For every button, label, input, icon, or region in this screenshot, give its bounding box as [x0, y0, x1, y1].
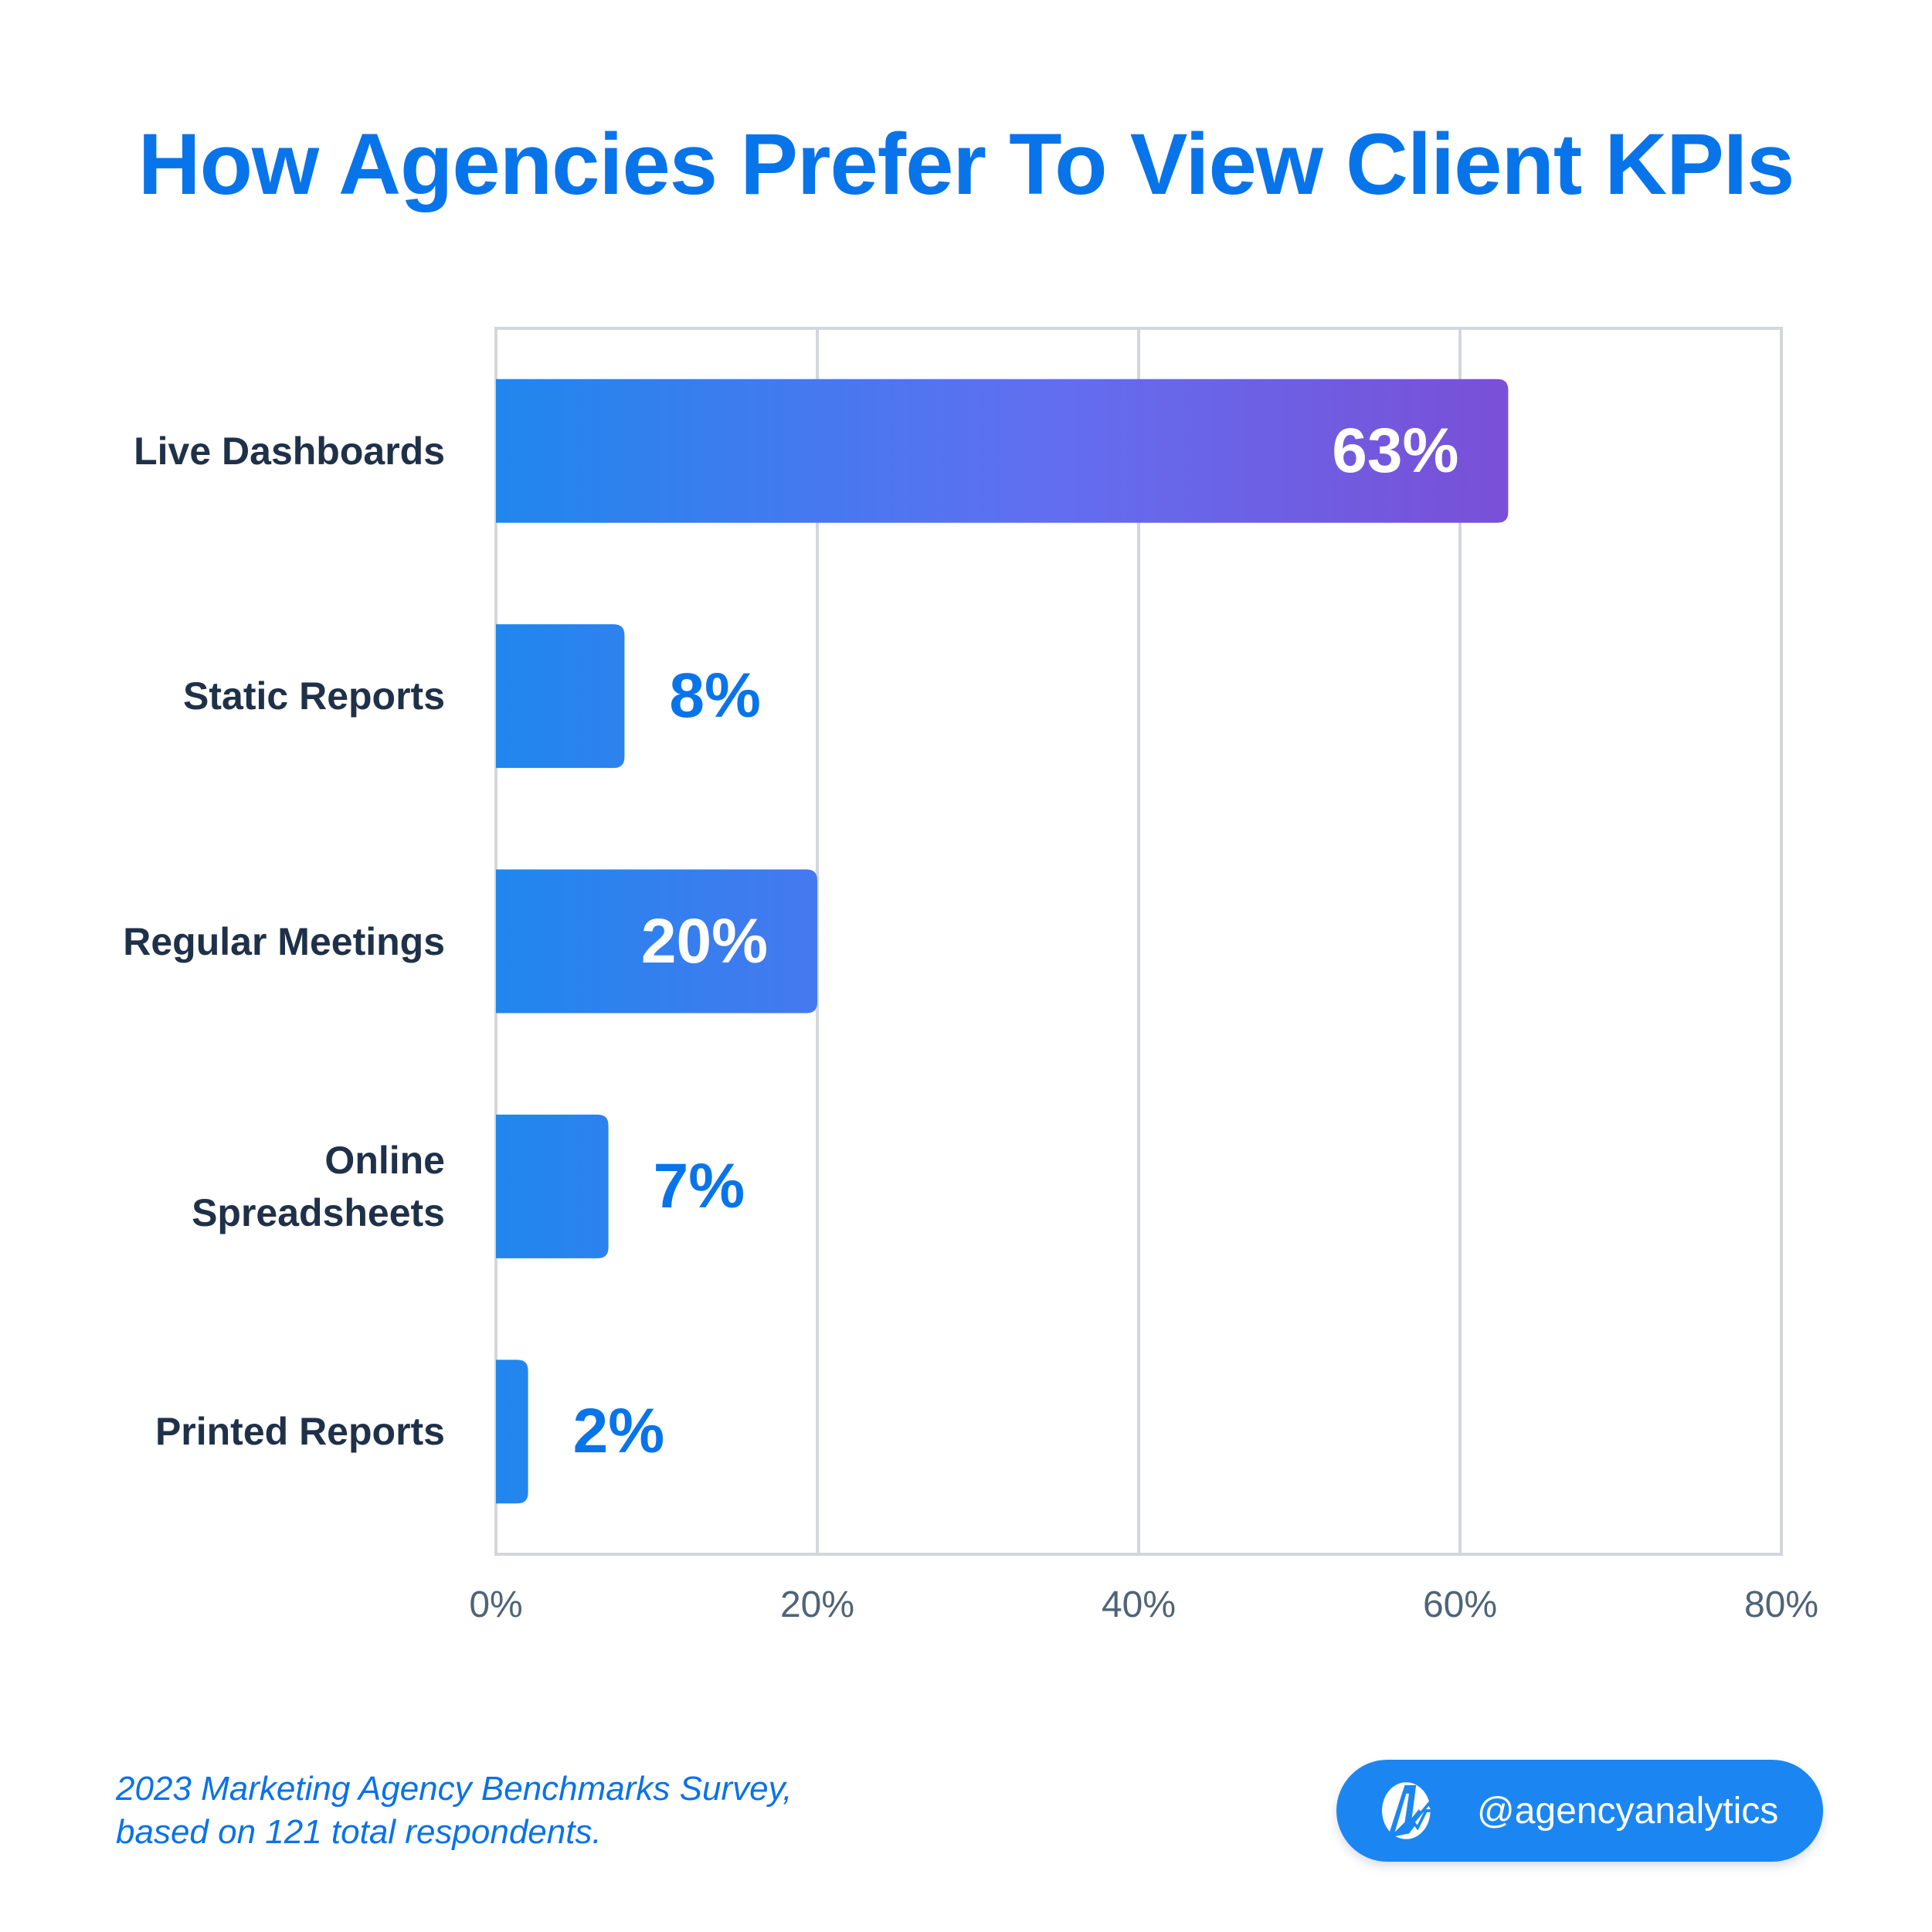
x-tick-label: 40%: [1101, 1584, 1177, 1625]
social-handle-badge: @agencyanalytics: [1336, 1760, 1823, 1862]
bar: [496, 1360, 528, 1504]
category-label: Regular Meetings: [123, 919, 445, 963]
bar: [496, 1114, 609, 1258]
agencyanalytics-logo-icon: [1382, 1782, 1436, 1839]
category-label: Online Spreadsheets: [192, 1138, 445, 1234]
category-label: Static Reports: [183, 674, 445, 718]
data-label: 7%: [653, 1150, 745, 1221]
social-handle: @agencyanalytics: [1477, 1790, 1779, 1832]
data-label: 63%: [1332, 415, 1459, 486]
bar: [496, 624, 625, 769]
footnote-line-2: based on 121 total respondents.: [116, 1813, 602, 1851]
x-tick-label: 60%: [1422, 1584, 1498, 1625]
category-label: Live Dashboards: [134, 429, 445, 473]
category-label: Printed Reports: [154, 1410, 445, 1454]
data-label: 20%: [640, 905, 768, 976]
x-tick-label: 0%: [469, 1584, 523, 1625]
footnote-line-1: 2023 Marketing Agency Benchmarks Survey,: [116, 1770, 793, 1808]
x-tick-label: 20%: [779, 1584, 855, 1625]
footnote: 2023 Marketing Agency Benchmarks Survey,…: [116, 1767, 793, 1854]
data-label: 8%: [669, 660, 761, 732]
x-tick-label: 80%: [1744, 1584, 1819, 1625]
data-label: 2%: [572, 1396, 665, 1467]
